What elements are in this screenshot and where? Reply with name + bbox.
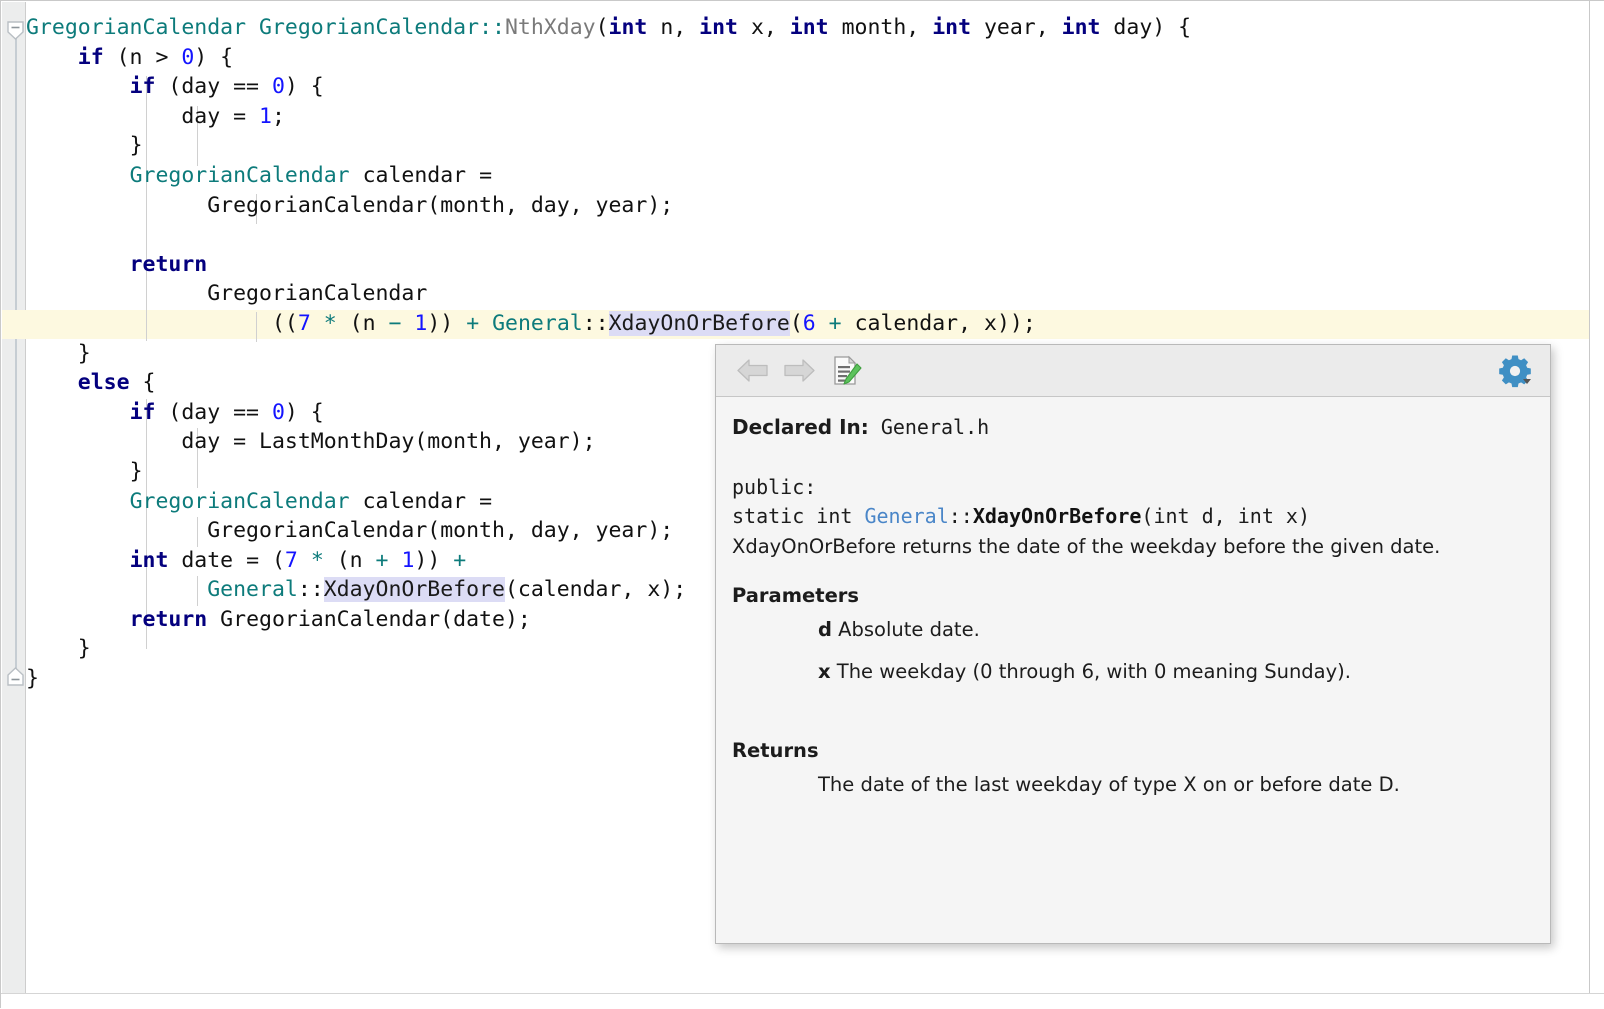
code-line[interactable] bbox=[26, 220, 1191, 250]
fold-marker-function-open[interactable] bbox=[6, 21, 25, 40]
signature-namespace: General bbox=[864, 504, 948, 528]
parameter-row: d Absolute date. bbox=[818, 617, 1534, 643]
code-line[interactable]: GregorianCalendar bbox=[26, 279, 1191, 309]
parameter-row: x The weekday (0 through 6, with 0 meani… bbox=[818, 659, 1534, 685]
signature-args: (int d, int x) bbox=[1141, 504, 1310, 528]
code-line[interactable]: if (day == 0) { bbox=[26, 72, 1191, 102]
declared-in-row: Declared In: General.h bbox=[732, 415, 1534, 439]
document-edit-icon bbox=[828, 355, 862, 387]
editor-bottom-edge bbox=[1, 993, 1604, 1009]
code-line[interactable]: return bbox=[26, 250, 1191, 280]
settings-button[interactable] bbox=[1496, 352, 1536, 390]
signature-separator: :: bbox=[949, 504, 973, 528]
returns-heading: Returns bbox=[732, 739, 1534, 762]
parameter-description: Absolute date. bbox=[838, 618, 980, 641]
forward-arrow-icon bbox=[782, 357, 816, 385]
returns-text: The date of the last weekday of type X o… bbox=[818, 772, 1534, 798]
signature-name: XdayOnOrBefore bbox=[973, 504, 1142, 528]
code-line[interactable]: GregorianCalendar GregorianCalendar::Nth… bbox=[26, 13, 1191, 43]
fold-marker-function-close[interactable] bbox=[6, 667, 25, 686]
fold-rail bbox=[15, 31, 17, 679]
popup-toolbar[interactable] bbox=[716, 345, 1550, 397]
gear-icon bbox=[1498, 354, 1534, 388]
section-gap bbox=[732, 701, 1534, 715]
code-line[interactable]: GregorianCalendar(month, day, year); bbox=[26, 191, 1191, 221]
code-line[interactable]: if (n > 0) { bbox=[26, 43, 1191, 73]
popup-body: Declared In: General.h public: static in… bbox=[716, 397, 1550, 808]
code-line[interactable]: day = 1; bbox=[26, 102, 1191, 132]
parameter-name: d bbox=[818, 618, 832, 641]
back-arrow-icon bbox=[736, 357, 770, 385]
back-button[interactable] bbox=[730, 351, 776, 391]
code-line[interactable]: ((7 * (n − 1)) + General::XdayOnOrBefore… bbox=[26, 309, 1191, 339]
code-line[interactable]: GregorianCalendar calendar = bbox=[26, 161, 1191, 191]
access-specifier: public: bbox=[732, 475, 816, 499]
documentation-popup[interactable]: Declared In: General.h public: static in… bbox=[715, 344, 1551, 944]
declared-in-value: General.h bbox=[881, 415, 989, 439]
brief-description: XdayOnOrBefore returns the date of the w… bbox=[732, 533, 1534, 560]
code-line[interactable]: } bbox=[26, 131, 1191, 161]
declared-in-label: Declared In: bbox=[732, 415, 869, 439]
forward-button[interactable] bbox=[776, 351, 822, 391]
signature-prefix: static int bbox=[732, 504, 864, 528]
editor-gutter[interactable] bbox=[2, 2, 25, 1008]
parameter-name: x bbox=[818, 660, 831, 683]
parameter-description: The weekday (0 through 6, with 0 meaning… bbox=[837, 660, 1351, 683]
editor-right-edge bbox=[1589, 1, 1604, 1009]
parameters-heading: Parameters bbox=[732, 584, 1534, 607]
signature-block: public: static int General::XdayOnOrBefo… bbox=[732, 473, 1534, 531]
edit-documentation-button[interactable] bbox=[822, 351, 868, 391]
